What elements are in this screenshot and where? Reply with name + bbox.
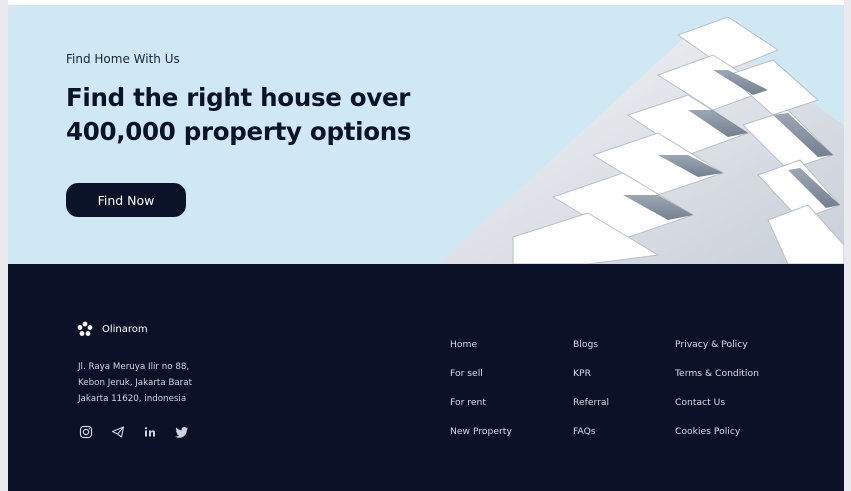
twitter-icon[interactable]	[175, 424, 189, 438]
social-links	[79, 424, 189, 439]
address-line: Jakarta 11620, indonesia	[78, 394, 187, 404]
footer-link-for-rent[interactable]: For rent	[450, 396, 512, 409]
hero-banner: Find Home With Us Find the right house o…	[8, 5, 844, 264]
hero-headline-line1: Find the right house over	[66, 83, 411, 112]
footer-link-referral[interactable]: Referral	[573, 396, 609, 409]
footer-link-privacy-policy[interactable]: Privacy & Policy	[675, 338, 759, 351]
logo-icon	[77, 321, 93, 336]
footer-link-blogs[interactable]: Blogs	[573, 338, 609, 351]
footer-link-for-sell[interactable]: For sell	[450, 367, 512, 380]
brand-name: Olinarom	[102, 323, 148, 335]
footer-link-kpr[interactable]: KPR	[573, 367, 609, 380]
find-now-button[interactable]: Find Now	[66, 183, 186, 217]
footer-link-new-property[interactable]: New Property	[450, 425, 512, 438]
telegram-icon[interactable]	[111, 424, 125, 438]
hero-headline-line2: 400,000 property options	[66, 117, 412, 146]
footer-links-col1: Home For sell For rent New Property	[450, 338, 512, 438]
footer-brand[interactable]: Olinarom	[77, 321, 148, 337]
footer-address: Jl. Raya Meruya Ilir no 88, Kebon Jeruk,…	[78, 359, 268, 407]
footer-links-col2: Blogs KPR Referral FAQs	[573, 338, 609, 438]
footer-links-col3: Privacy & Policy Terms & Condition Conta…	[675, 338, 759, 438]
footer-link-terms-condition[interactable]: Terms & Condition	[675, 367, 759, 380]
footer-link-faqs[interactable]: FAQs	[573, 425, 609, 438]
site-footer: Olinarom Jl. Raya Meruya Ilir no 88, Keb…	[8, 264, 844, 491]
address-line: Kebon Jeruk, Jakarta Barat	[78, 378, 192, 388]
building-image	[438, 16, 844, 264]
hero-eyebrow: Find Home With Us	[66, 52, 180, 66]
address-line: Jl. Raya Meruya Ilir no 88,	[78, 362, 190, 372]
linkedin-icon[interactable]	[143, 424, 157, 438]
footer-link-cookies-policy[interactable]: Cookies Policy	[675, 425, 759, 438]
instagram-icon[interactable]	[79, 424, 93, 439]
hero-headline: Find the right house over 400,000 proper…	[66, 81, 486, 149]
footer-link-home[interactable]: Home	[450, 338, 512, 351]
footer-link-contact-us[interactable]: Contact Us	[675, 396, 759, 409]
